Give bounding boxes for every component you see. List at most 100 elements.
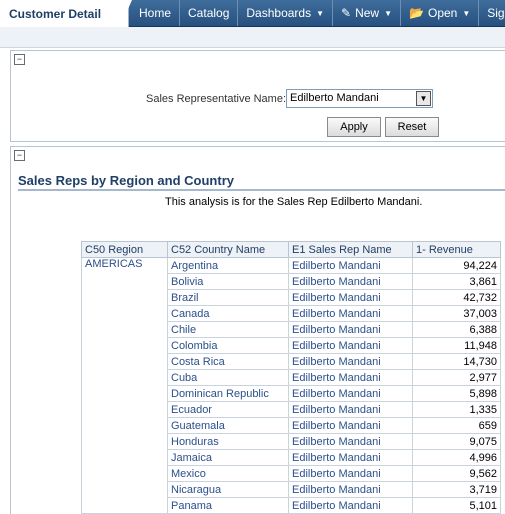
table-row: Dominican Republic Edilberto Mandani 5,898 [81,385,501,402]
table-row: Guatemala Edilberto Mandani 659 [81,417,501,434]
table-row: Colombia Edilberto Mandani 11,948 [81,337,501,354]
sales-rep-cell[interactable]: Edilberto Mandani [288,369,413,386]
sales-rep-cell[interactable]: Edilberto Mandani [288,401,413,418]
chevron-down-icon: ▼ [316,8,325,18]
country-cell[interactable]: Honduras [167,433,289,450]
column-header-sales-rep[interactable]: E1 Sales Rep Name [288,241,413,258]
table-row: Mexico Edilberto Mandani 9,562 [81,465,501,482]
table-row: Costa Rica Edilberto Mandani 14,730 [81,353,501,370]
nav-item-catalog[interactable]: Catalog [180,0,239,26]
country-cell[interactable]: Guatemala [167,417,289,434]
chevron-down-icon: ▼ [384,8,393,18]
sales-rep-cell[interactable]: Edilberto Mandani [288,433,413,450]
revenue-cell: 6,388 [412,321,501,338]
table-row: Canada Edilberto Mandani 37,003 [81,305,501,322]
region-cell [81,497,168,514]
sales-rep-cell[interactable]: Edilberto Mandani [288,449,413,466]
country-cell[interactable]: Nicaragua [167,481,289,498]
country-cell[interactable]: Dominican Republic [167,385,289,402]
nav-item-label: Signed [487,6,505,20]
region-cell [81,305,168,322]
revenue-cell: 2,977 [412,369,501,386]
region-cell [81,385,168,402]
revenue-cell: 659 [412,417,501,434]
sales-rep-cell[interactable]: Edilberto Mandani [288,321,413,338]
column-header-revenue[interactable]: 1- Revenue [412,241,501,258]
sales-rep-cell[interactable]: Edilberto Mandani [288,465,413,482]
country-cell[interactable]: Panama [167,497,289,514]
nav-item-open[interactable]: 📂 Open ▼ [401,0,480,26]
country-cell[interactable]: Colombia [167,337,289,354]
revenue-cell: 14,730 [412,353,501,370]
nav-item-label: Dashboards [246,6,312,20]
revenue-cell: 94,224 [412,257,501,274]
sales-rep-cell[interactable]: Edilberto Mandani [288,289,413,306]
sales-rep-cell[interactable]: Edilberto Mandani [288,353,413,370]
revenue-cell: 9,562 [412,465,501,482]
sales-rep-cell[interactable]: Edilberto Mandani [288,273,413,290]
sales-rep-label: Sales Representative Name: [146,93,287,105]
revenue-cell: 4,996 [412,449,501,466]
header-strip [0,27,505,48]
region-cell [81,353,168,370]
nav-item-new[interactable]: ✎ New ▼ [333,0,402,26]
country-cell[interactable]: Costa Rica [167,353,289,370]
global-nav: Home Catalog Dashboards ▼ ✎New ▼ 📂Open ▼ Signed [131,0,505,26]
prompt-panel: − Sales Representative Name: Edilberto M… [10,50,505,142]
country-cell[interactable]: Argentina [167,257,289,274]
country-cell[interactable]: Canada [167,305,289,322]
region-cell [81,481,168,498]
country-cell[interactable]: Ecuador [167,401,289,418]
country-cell[interactable]: Jamaica [167,449,289,466]
revenue-cell: 3,719 [412,481,501,498]
folder-icon: 📂 [409,6,424,20]
table-row: AMERICAS Argentina Edilberto Mandani 94,224 [81,257,501,274]
region-cell [81,337,168,354]
country-cell[interactable]: Brazil [167,289,289,306]
report-table: C50 Region C52 Country Name E1 Sales Rep… [81,241,501,514]
collapse-prompt-icon[interactable]: − [14,54,25,65]
report-subtitle: This analysis is for the Sales Rep Edilb… [165,196,423,208]
region-cell [81,289,168,306]
revenue-cell: 1,335 [412,401,501,418]
revenue-cell: 42,732 [412,289,501,306]
sales-rep-cell[interactable]: Edilberto Mandani [288,481,413,498]
apply-button[interactable]: Apply [327,117,381,137]
reset-button[interactable]: Reset [385,117,439,137]
sales-rep-cell[interactable]: Edilberto Mandani [288,305,413,322]
sales-rep-cell[interactable]: Edilberto Mandani [288,497,413,514]
country-cell[interactable]: Cuba [167,369,289,386]
table-row: Jamaica Edilberto Mandani 4,996 [81,449,501,466]
collapse-report-icon[interactable]: − [14,150,25,161]
sales-rep-select[interactable]: Edilberto Mandani ▼ [286,89,433,108]
page-title-tab[interactable]: Customer Detail [0,0,129,27]
page-title: Customer Detail [9,7,102,21]
revenue-cell: 5,898 [412,385,501,402]
country-cell[interactable]: Mexico [167,465,289,482]
nav-item-signed[interactable]: Signed [479,0,505,26]
title-divider [18,189,505,191]
table-row: Panama Edilberto Mandani 5,101 [81,497,501,514]
sales-rep-select-value: Edilberto Mandani [290,92,379,104]
country-cell[interactable]: Chile [167,321,289,338]
region-cell [81,417,168,434]
region-cell [81,449,168,466]
sales-rep-cell[interactable]: Edilberto Mandani [288,257,413,274]
sales-rep-cell[interactable]: Edilberto Mandani [288,417,413,434]
report-title: Sales Reps by Region and Country [18,173,234,188]
country-cell[interactable]: Bolivia [167,273,289,290]
table-header-row: C50 Region C52 Country Name E1 Sales Rep… [81,241,501,258]
region-cell[interactable]: AMERICAS [81,257,168,274]
nav-item-label: Home [139,6,172,20]
sales-rep-cell[interactable]: Edilberto Mandani [288,337,413,354]
sales-rep-cell[interactable]: Edilberto Mandani [288,385,413,402]
column-header-country[interactable]: C52 Country Name [167,241,289,258]
nav-item-home[interactable]: Home [131,0,181,26]
column-header-region[interactable]: C50 Region [81,241,168,258]
nav-item-dashboards[interactable]: Dashboards ▼ [238,0,334,26]
table-row: Chile Edilberto Mandani 6,388 [81,321,501,338]
table-row: Bolivia Edilberto Mandani 3,861 [81,273,501,290]
chevron-down-icon[interactable]: ▼ [416,91,431,106]
chevron-down-icon: ▼ [462,8,471,18]
table-row: Honduras Edilberto Mandani 9,075 [81,433,501,450]
